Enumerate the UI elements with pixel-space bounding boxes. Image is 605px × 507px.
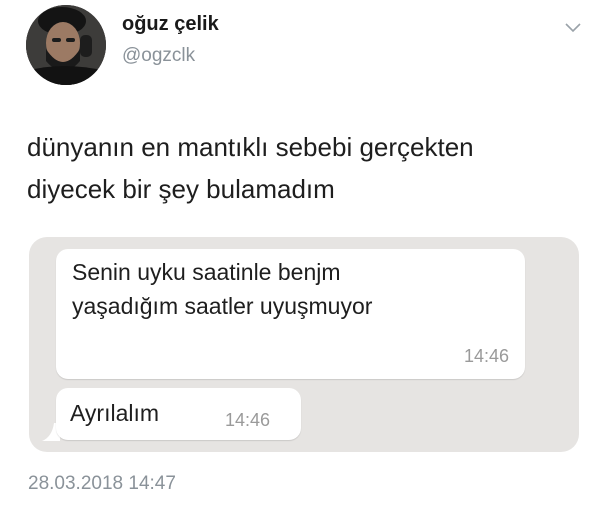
user-handle[interactable]: @ogzclk bbox=[122, 44, 195, 68]
chat-message-line: yaşadığım saatler uyuşmuyor bbox=[72, 293, 373, 319]
tweet-text: dünyanın en mantıklı sebebi gerçekten di… bbox=[27, 126, 587, 210]
chat-bubble: Ayrılalım 14:46 bbox=[56, 388, 301, 440]
chat-message-text: Senin uyku saatinle benjm yaşadığım saat… bbox=[72, 255, 372, 323]
display-name[interactable]: oğuz çelik bbox=[122, 12, 219, 36]
chat-bubble: Senin uyku saatinle benjm yaşadığım saat… bbox=[56, 249, 525, 379]
tweet-card: oğuz çelik @ogzclk dünyanın en mantıklı … bbox=[0, 0, 605, 507]
avatar[interactable] bbox=[26, 5, 106, 85]
chat-message-time: 14:46 bbox=[463, 346, 509, 366]
chevron-down-icon[interactable] bbox=[563, 20, 583, 34]
tweet-text-line: dünyanın en mantıklı sebebi gerçekten bbox=[27, 132, 474, 162]
chat-message-line: Senin uyku saatinle benjm bbox=[72, 259, 341, 285]
chat-message-text: Ayrılalım bbox=[70, 400, 160, 426]
tweet-timestamp[interactable]: 28.03.2018 14:47 bbox=[28, 473, 176, 495]
chat-message-time: 14:46 bbox=[225, 410, 271, 430]
avatar-photo bbox=[26, 5, 106, 85]
tweet-text-line: diyecek bir şey bulamadım bbox=[27, 174, 335, 204]
